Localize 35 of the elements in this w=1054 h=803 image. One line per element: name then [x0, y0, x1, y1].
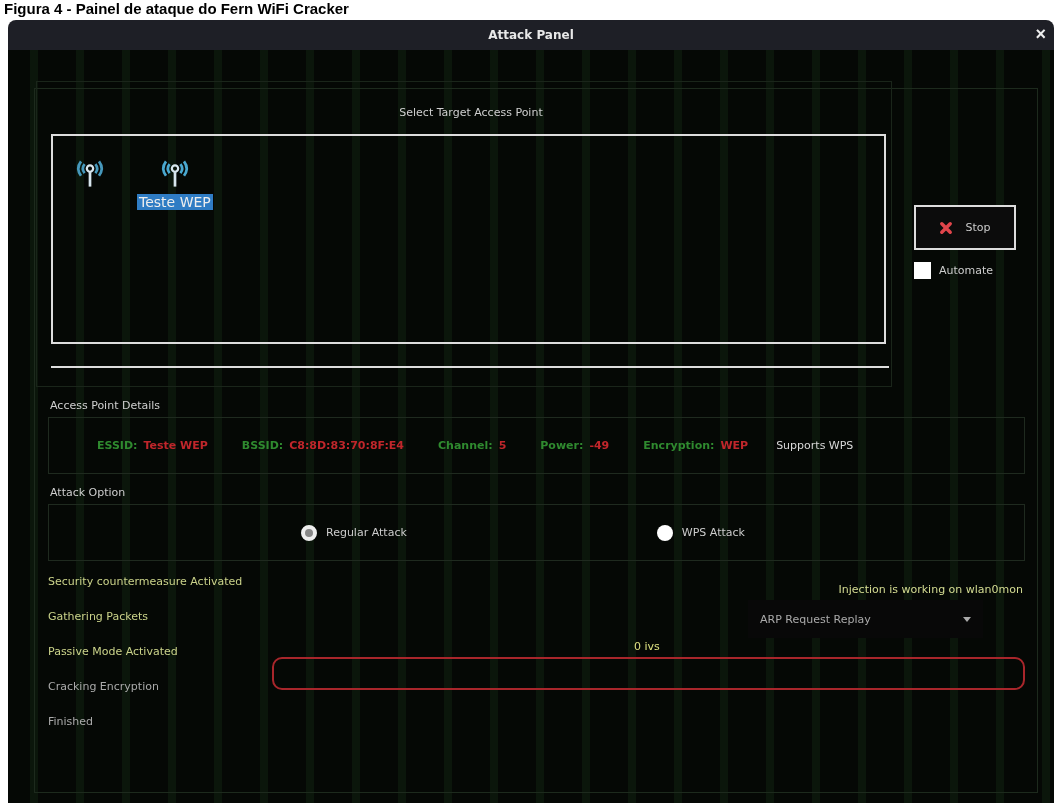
- radio-button[interactable]: [656, 524, 673, 541]
- field-value: WEP: [720, 439, 749, 452]
- radio-label: Regular Attack: [326, 526, 407, 539]
- section-heading: Select Target Access Point: [398, 105, 544, 121]
- radio-button[interactable]: [301, 524, 317, 541]
- field-label: BSSID:: [241, 439, 284, 452]
- close-button[interactable]: ×: [1031, 24, 1050, 44]
- figure-caption: Figura 4 - Painel de ataque do Fern WiFi Cracker: [3, 0, 349, 18]
- injection-status: Injection is working on wlan0mon: [838, 583, 1023, 596]
- checkbox-label: Automate: [939, 264, 994, 277]
- field-value: C8:8D:83:70:8F:E4: [289, 439, 405, 452]
- field-label: Power:: [540, 439, 584, 452]
- status-step: Cracking Encryption: [48, 678, 272, 696]
- ivs-count: 0 ivs: [634, 640, 660, 653]
- field-value: 5: [498, 439, 507, 452]
- caret-icon: [963, 616, 971, 622]
- field-value: -49: [589, 439, 610, 452]
- field-value: Teste WEP: [143, 439, 208, 452]
- status-step: Finished: [48, 713, 272, 731]
- section-heading: Attack Option: [49, 485, 127, 501]
- access-point-item[interactable]: Teste WEP: [137, 156, 213, 210]
- stop-button[interactable]: Stop: [914, 205, 1016, 250]
- status-step: Gathering Packets: [48, 608, 272, 626]
- radio-label: WPS Attack: [681, 526, 745, 539]
- field-label: Channel:: [438, 439, 493, 452]
- wps-note: Supports WPS: [776, 439, 854, 452]
- status-step: Passive Mode Activated: [48, 643, 272, 661]
- status-step: Security countermeasure Activated: [48, 573, 272, 591]
- field-label: ESSID:: [97, 439, 138, 452]
- section-heading: Access Point Details: [49, 398, 162, 414]
- automate-checkbox[interactable]: [914, 262, 931, 279]
- window-title: Attack Panel: [488, 28, 574, 42]
- field-label: Encryption:: [643, 439, 715, 452]
- close-icon: [939, 220, 954, 235]
- access-point-label: Teste WEP: [137, 194, 213, 210]
